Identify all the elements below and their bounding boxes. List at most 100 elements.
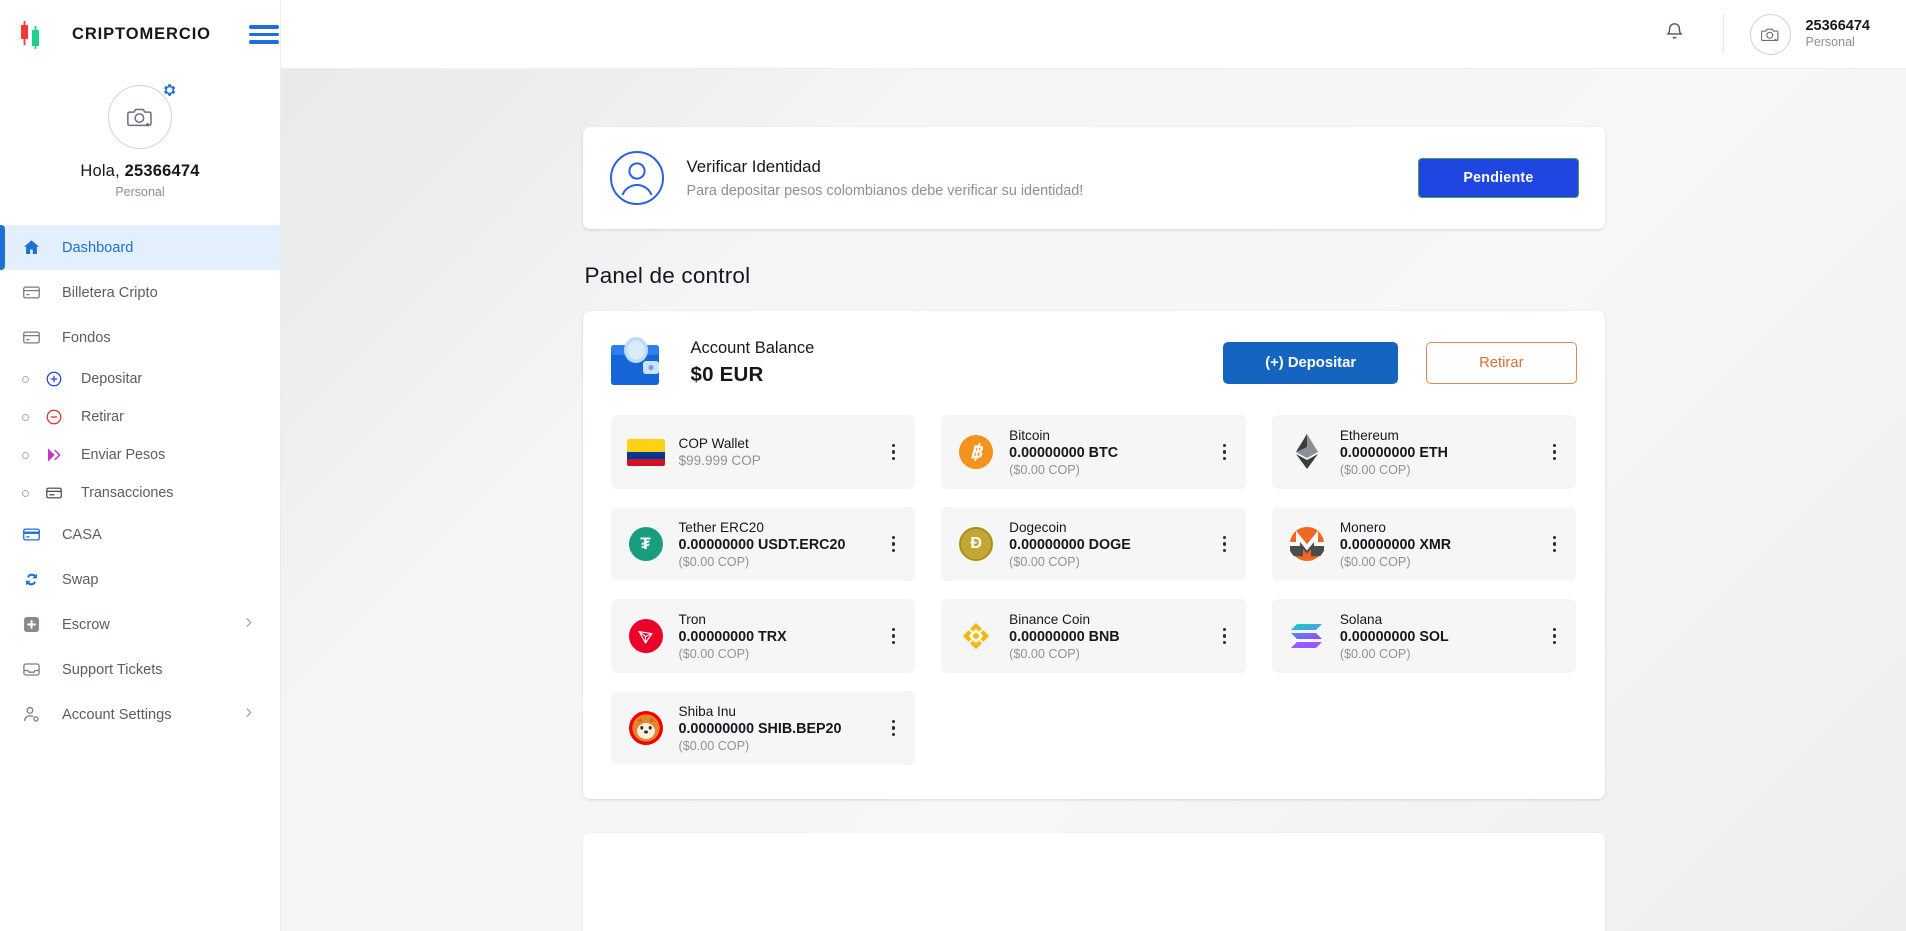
user-menu[interactable]: 25366474 Personal [1750,14,1870,55]
balance-header: Account Balance $0 EUR (+) Depositar Ret… [583,311,1605,415]
sidebar-item-label: Fondos [62,330,111,346]
wallet-meta: COP Wallet $99.999 COP [679,436,761,468]
sidebar-item-depositar[interactable]: Depositar [0,360,280,398]
sidebar-item-label: Dashboard [62,240,133,256]
wallet-fiat: ($0.00 COP) [1009,463,1118,477]
pendiente-button[interactable]: Pendiente [1418,158,1578,198]
chevron-right-icon [241,615,256,634]
sidebar-item-account-settings[interactable]: Account Settings [0,692,280,737]
wallet-amount: 0.00000000 XMR [1340,537,1451,553]
sidebar-item-label: Escrow [62,617,110,633]
wallet-row-cop[interactable]: COP Wallet $99.999 COP [611,415,916,489]
candlestick-logo [18,20,44,50]
chevron-right-icon [241,705,256,724]
sidebar-item-escrow[interactable]: Escrow [0,602,280,647]
sidebar-item-label: CASA [62,527,102,543]
kebab-menu-icon[interactable] [1545,624,1564,648]
kebab-menu-icon[interactable] [1215,532,1234,556]
bullet-icon [22,490,29,497]
sidebar-item-swap[interactable]: Swap [0,557,280,602]
wallet-meta: Monero 0.00000000 XMR ($0.00 COP) [1340,520,1451,569]
sidebar-item-label: Support Tickets [62,662,163,678]
wallet-amount: 0.00000000 BNB [1009,629,1119,645]
balance-label: Account Balance [691,339,815,358]
wallet-row-binance[interactable]: Binance Coin 0.00000000 BNB ($0.00 COP) [941,599,1246,673]
wallet-meta: Tron 0.00000000 TRX ($0.00 COP) [679,612,787,661]
topbar: 25366474 Personal [281,0,1906,69]
sidebar-item-transacciones[interactable]: Transacciones [0,474,280,512]
wallet-fiat: ($0.00 COP) [679,739,842,753]
main-area: 25366474 Personal Ver [281,0,1906,931]
sidebar-item-label: Enviar Pesos [81,447,165,463]
sidebar-item-retirar[interactable]: Retirar [0,398,280,436]
kebab-menu-icon[interactable] [1545,532,1564,556]
wallet-amount: 0.00000000 USDT.ERC20 [679,537,846,553]
wallet-meta: Dogecoin 0.00000000 DOGE ($0.00 COP) [1009,520,1131,569]
kebab-menu-icon[interactable] [1215,440,1234,464]
content-container: Verificar Identidad Para depositar pesos… [583,127,1605,931]
wallet-row-tether[interactable]: ₮ Tether ERC20 0.00000000 USDT.ERC20 ($0… [611,507,916,581]
bullet-icon [22,414,29,421]
wallet-row-dogecoin[interactable]: Ð Dogecoin 0.00000000 DOGE ($0.00 COP) [941,507,1246,581]
home-icon [22,238,48,257]
sidebar-item-enviar-pesos[interactable]: Enviar Pesos [0,436,280,474]
sidebar-item-casa[interactable]: CASA [0,512,280,557]
kebab-menu-icon[interactable] [884,440,903,464]
wallet-amount: 0.00000000 SHIB.BEP20 [679,721,842,737]
user-account-id: 25366474 [1805,17,1870,35]
shiba-inu-icon [627,709,665,747]
wallet-amount: 0.00000000 TRX [679,629,787,645]
kebab-menu-icon[interactable] [1215,624,1234,648]
brand-name: CRIPTOMERCIO [72,25,211,44]
page-title: Panel de control [585,263,1605,289]
deposit-button[interactable]: (+) Depositar [1223,342,1398,384]
withdraw-button[interactable]: Retirar [1426,342,1576,384]
avatar[interactable] [108,85,172,149]
verify-title: Verificar Identidad [687,157,1084,177]
wallet-fiat: ($0.00 COP) [679,647,787,661]
user-circle-icon [609,150,665,206]
wallet-row-bitcoin[interactable]: ฿ Bitcoin 0.00000000 BTC ($0.00 COP) [941,415,1246,489]
wallet-row-solana[interactable]: Solana 0.00000000 SOL ($0.00 COP) [1272,599,1577,673]
ethereum-icon [1288,433,1326,471]
kebab-menu-icon[interactable] [1545,440,1564,464]
wallet-row-monero[interactable]: Monero 0.00000000 XMR ($0.00 COP) [1272,507,1577,581]
wallet-fiat: ($0.00 COP) [1009,555,1131,569]
sidebar-item-support-tickets[interactable]: Support Tickets [0,647,280,692]
transactions-card-icon [45,484,69,502]
wallet-meta: Bitcoin 0.00000000 BTC ($0.00 COP) [1009,428,1118,477]
kebab-menu-icon[interactable] [884,624,903,648]
binance-icon [957,617,995,655]
wallet-card-icon [22,283,48,302]
wallet-amount: 0.00000000 SOL [1340,629,1449,645]
wallet-amount: 0.00000000 ETH [1340,445,1448,461]
profile-role: Personal [115,185,164,199]
gear-icon[interactable] [161,82,177,103]
wallet-row-tron[interactable]: Tron 0.00000000 TRX ($0.00 COP) [611,599,916,673]
wallet-row-shiba-inu[interactable]: Shiba Inu 0.00000000 SHIB.BEP20 ($0.00 C… [611,691,916,765]
wallet-grid: COP Wallet $99.999 COP ฿ Bitcoin [583,415,1605,799]
wallet-meta: Solana 0.00000000 SOL ($0.00 COP) [1340,612,1449,661]
hamburger-menu-icon[interactable] [249,25,279,43]
kebab-menu-icon[interactable] [884,532,903,556]
camera-avatar-icon [1750,14,1791,55]
kebab-menu-icon[interactable] [884,716,903,740]
wallet-name: Binance Coin [1009,612,1119,627]
app-root: CRIPTOMERCIO [0,0,1906,931]
sidebar-item-dashboard[interactable]: Dashboard [0,225,280,270]
wallet-fiat: ($0.00 COP) [1340,463,1448,477]
sidebar-item-label: Account Settings [62,707,172,723]
bullet-icon [22,376,29,383]
wallet-meta: Ethereum 0.00000000 ETH ($0.00 COP) [1340,428,1448,477]
escrow-plus-icon [22,615,48,634]
sidebar-item-label: Depositar [81,371,142,387]
notification-bell-icon[interactable] [1658,15,1691,53]
greeting-prefix: Hola, [80,162,124,180]
wallet-row-ethereum[interactable]: Ethereum 0.00000000 ETH ($0.00 COP) [1272,415,1577,489]
tron-icon [627,617,665,655]
plus-circle-icon [45,370,69,388]
verify-identity-banner: Verificar Identidad Para depositar pesos… [583,127,1605,229]
sidebar-item-billetera-cripto[interactable]: Billetera Cripto [0,270,280,315]
sidebar-item-fondos[interactable]: Fondos [0,315,280,360]
profile-account-id: 25366474 [125,162,200,180]
